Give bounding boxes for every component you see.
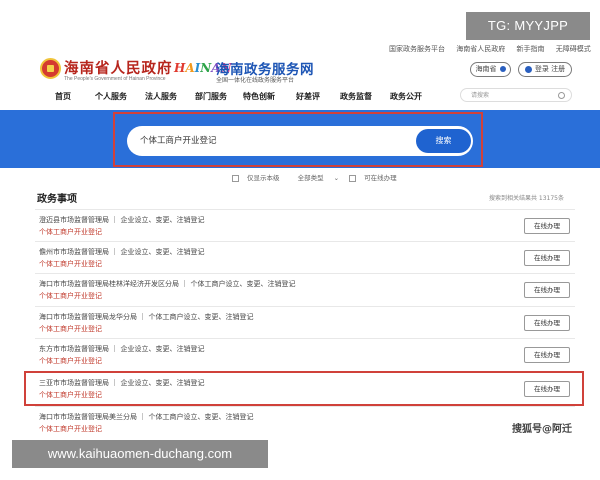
result-dept: 海口市市场监督管理局龙华分局 ｜ 个体工商户设立、变更、注销登记	[39, 313, 254, 321]
result-count: 搜索到相关结果共 13175条	[489, 195, 564, 202]
nav-rating[interactable]: 好差评	[296, 91, 320, 102]
top-link-guide[interactable]: 新手指南	[516, 45, 544, 53]
location-pin-icon	[499, 66, 506, 72]
nav-legal[interactable]: 法人服务	[145, 91, 177, 102]
header-search-input[interactable]: 请搜索	[460, 88, 572, 102]
national-emblem-icon	[40, 58, 61, 79]
source-watermark: 搜狐号@阿迁	[512, 424, 572, 435]
result-row: 东方市市场监督管理局 ｜ 企业设立、变更、注销登记 个体工商户开业登记 在线办理	[35, 338, 575, 371]
result-name[interactable]: 个体工商户开业登记	[39, 259, 102, 269]
result-dept: 澄迈县市场监督管理局 ｜ 企业设立、变更、注销登记	[39, 216, 205, 224]
result-name[interactable]: 个体工商户开业登记	[39, 291, 102, 301]
row-highlight-box	[24, 371, 584, 406]
nav-home[interactable]: 首页	[55, 91, 71, 102]
filter-only-level[interactable]: 仅显示本级	[232, 174, 288, 182]
login-button[interactable]: 登录 注册	[518, 62, 572, 77]
nav-featured[interactable]: 特色创新	[243, 91, 275, 102]
result-name[interactable]: 个体工商户开业登记	[39, 324, 102, 334]
filter-online[interactable]: 可在线办理	[349, 174, 405, 182]
search-icon[interactable]	[558, 92, 565, 99]
result-dept: 儋州市市场监督管理局 ｜ 企业设立、变更、注销登记	[39, 248, 205, 256]
service-subtitle: 全国一体化在线政务服务平台	[216, 77, 295, 84]
region-selector[interactable]: 海南省	[470, 62, 511, 77]
result-row: 儋州市市场监督管理局 ｜ 企业设立、变更、注销登记 个体工商户开业登记 在线办理	[35, 241, 575, 274]
result-name[interactable]: 个体工商户开业登记	[39, 227, 102, 237]
online-handle-button[interactable]: 在线办理	[524, 218, 570, 234]
filter-bar: 仅显示本级 全部类型 ⌄ 可在线办理	[232, 172, 413, 182]
gov-subtitle: The People's Government of Hainan Provin…	[64, 76, 166, 82]
nav-supervision[interactable]: 政务监督	[340, 91, 372, 102]
result-name[interactable]: 个体工商户开业登记	[39, 424, 102, 434]
result-row: 海口市市场监督管理局桂林洋经济开发区分局 ｜ 个体工商户设立、变更、注销登记 个…	[35, 273, 575, 306]
nav-public[interactable]: 政务公开	[390, 91, 422, 102]
online-handle-button[interactable]: 在线办理	[524, 347, 570, 363]
result-dept: 海口市市场监督管理局美兰分局 ｜ 个体工商户设立、变更、注销登记	[39, 413, 254, 421]
url-watermark: www.kaihuaomen-duchang.com	[12, 440, 268, 468]
result-dept: 海口市市场监督管理局桂林洋经济开发区分局 ｜ 个体工商户设立、变更、注销登记	[39, 280, 296, 288]
result-row: 澄迈县市场监督管理局 ｜ 企业设立、变更、注销登记 个体工商户开业登记 在线办理	[35, 209, 575, 242]
result-dept: 东方市市场监督管理局 ｜ 企业设立、变更、注销登记	[39, 345, 205, 353]
tg-watermark: TG: MYYJPP	[466, 12, 590, 40]
checkbox-icon[interactable]	[232, 174, 239, 182]
filter-all-types[interactable]: 全部类型 ⌄	[298, 174, 340, 182]
top-link-accessibility[interactable]: 无障碍模式	[556, 45, 591, 53]
section-title: 政务事项	[37, 194, 77, 205]
online-handle-button[interactable]: 在线办理	[524, 315, 570, 331]
nav-dept[interactable]: 部门服务	[195, 91, 227, 102]
result-row: 海口市市场监督管理局龙华分局 ｜ 个体工商户设立、变更、注销登记 个体工商户开业…	[35, 306, 575, 339]
search-highlight-box	[113, 112, 483, 167]
top-link-national[interactable]: 国家政务服务平台	[389, 45, 445, 53]
user-icon	[524, 65, 532, 73]
nav-personal[interactable]: 个人服务	[95, 91, 127, 102]
top-links: 国家政务服务平台 海南省人民政府 新手指南 无障碍模式	[389, 44, 600, 54]
top-link-gov[interactable]: 海南省人民政府	[456, 45, 505, 53]
hainan-logo-icon: HAINAN	[174, 61, 232, 75]
checkbox-icon[interactable]	[349, 174, 357, 182]
result-row: 海口市市场监督管理局美兰分局 ｜ 个体工商户设立、变更、注销登记 个体工商户开业…	[35, 406, 575, 439]
online-handle-button[interactable]: 在线办理	[524, 250, 570, 266]
online-handle-button[interactable]: 在线办理	[524, 282, 570, 298]
result-name[interactable]: 个体工商户开业登记	[39, 356, 102, 366]
gov-title[interactable]: 海南省人民政府	[64, 57, 173, 78]
